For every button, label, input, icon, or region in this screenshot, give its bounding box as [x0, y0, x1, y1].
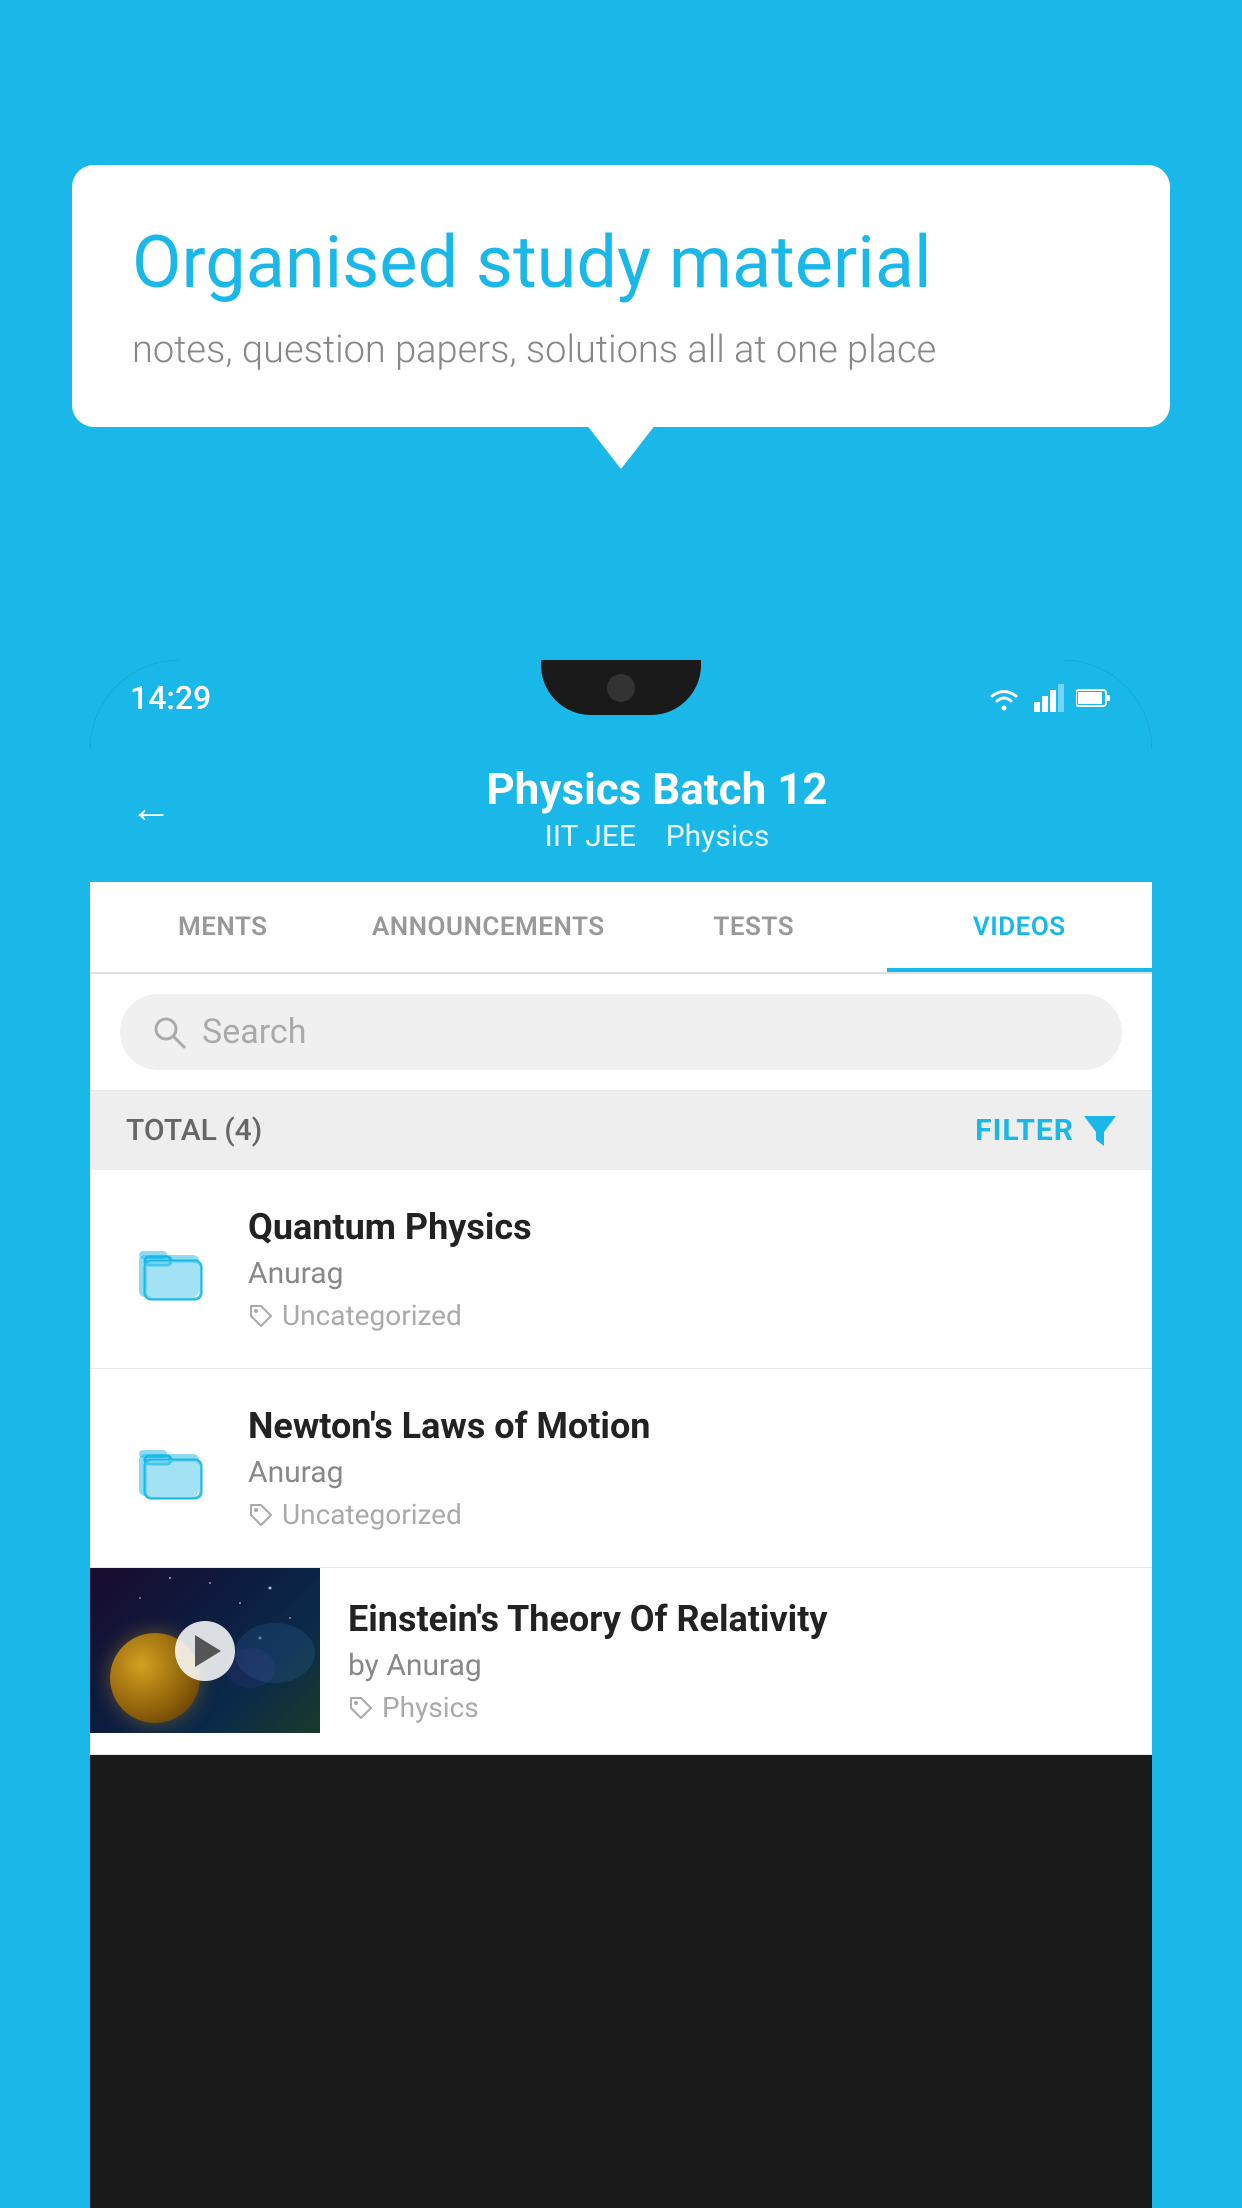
- item-title: Newton's Laws of Motion: [248, 1405, 1116, 1447]
- app-header: ← Physics Batch 12 IIT JEE Physics: [90, 735, 1152, 882]
- item-tag: Uncategorized: [248, 1498, 1116, 1531]
- play-triangle-icon: [195, 1635, 221, 1667]
- header-title: Physics Batch 12: [202, 763, 1112, 815]
- item-details: Newton's Laws of Motion Anurag Uncategor…: [248, 1405, 1116, 1531]
- status-icons: [986, 684, 1112, 712]
- list-item[interactable]: Quantum Physics Anurag Uncategorized: [90, 1170, 1152, 1369]
- notch-camera: [607, 674, 635, 702]
- header-center: Physics Batch 12 IIT JEE Physics: [202, 763, 1112, 854]
- tag-icon: [248, 1303, 274, 1329]
- video-item[interactable]: Einstein's Theory Of Relativity by Anura…: [90, 1568, 1152, 1755]
- status-bar: 14:29: [90, 660, 1152, 735]
- search-placeholder: Search: [202, 1012, 306, 1052]
- item-icon: [126, 1233, 216, 1305]
- video-info: Einstein's Theory Of Relativity by Anura…: [320, 1568, 1152, 1754]
- content-list: Quantum Physics Anurag Uncategorized: [90, 1170, 1152, 1755]
- tag-icon: [348, 1695, 374, 1721]
- item-author: Anurag: [248, 1256, 1116, 1291]
- list-item[interactable]: Newton's Laws of Motion Anurag Uncategor…: [90, 1369, 1152, 1568]
- item-author: Anurag: [248, 1455, 1116, 1490]
- signal-icon: [1034, 684, 1064, 712]
- tag-icon: [248, 1502, 274, 1528]
- item-tag: Uncategorized: [248, 1299, 1116, 1332]
- header-subtitle: IIT JEE Physics: [202, 819, 1112, 854]
- tab-announcements[interactable]: ANNOUNCEMENTS: [356, 882, 622, 972]
- search-box[interactable]: Search: [120, 994, 1122, 1070]
- video-title: Einstein's Theory Of Relativity: [348, 1598, 1122, 1640]
- wifi-icon: [986, 684, 1022, 712]
- battery-icon: [1076, 687, 1112, 709]
- search-icon: [152, 1015, 186, 1049]
- video-thumbnail: [90, 1568, 320, 1733]
- phone-mockup: 14:29 ←: [90, 660, 1152, 2208]
- item-details: Quantum Physics Anurag Uncategorized: [248, 1206, 1116, 1332]
- bubble-subtitle: notes, question papers, solutions all at…: [132, 328, 1110, 372]
- back-button[interactable]: ←: [130, 784, 172, 833]
- phone-notch: [541, 660, 701, 715]
- search-container: Search: [90, 974, 1152, 1091]
- tab-videos[interactable]: VIDEOS: [887, 882, 1153, 972]
- item-title: Quantum Physics: [248, 1206, 1116, 1248]
- tabs-bar: MENTS ANNOUNCEMENTS TESTS VIDEOS: [90, 882, 1152, 974]
- video-author: by Anurag: [348, 1648, 1122, 1683]
- status-time: 14:29: [130, 679, 211, 717]
- speech-bubble: Organised study material notes, question…: [72, 165, 1170, 427]
- filter-icon: [1084, 1116, 1116, 1146]
- item-icon: [126, 1432, 216, 1504]
- folder-icon: [135, 1432, 207, 1504]
- tab-tests[interactable]: TESTS: [621, 882, 887, 972]
- tab-ments[interactable]: MENTS: [90, 882, 356, 972]
- video-tag: Physics: [348, 1691, 1122, 1724]
- play-button[interactable]: [175, 1621, 235, 1681]
- filter-button[interactable]: FILTER: [975, 1113, 1116, 1148]
- bubble-title: Organised study material: [132, 220, 1110, 306]
- folder-icon: [135, 1233, 207, 1305]
- total-count: TOTAL (4): [126, 1113, 262, 1148]
- filter-bar: TOTAL (4) FILTER: [90, 1091, 1152, 1170]
